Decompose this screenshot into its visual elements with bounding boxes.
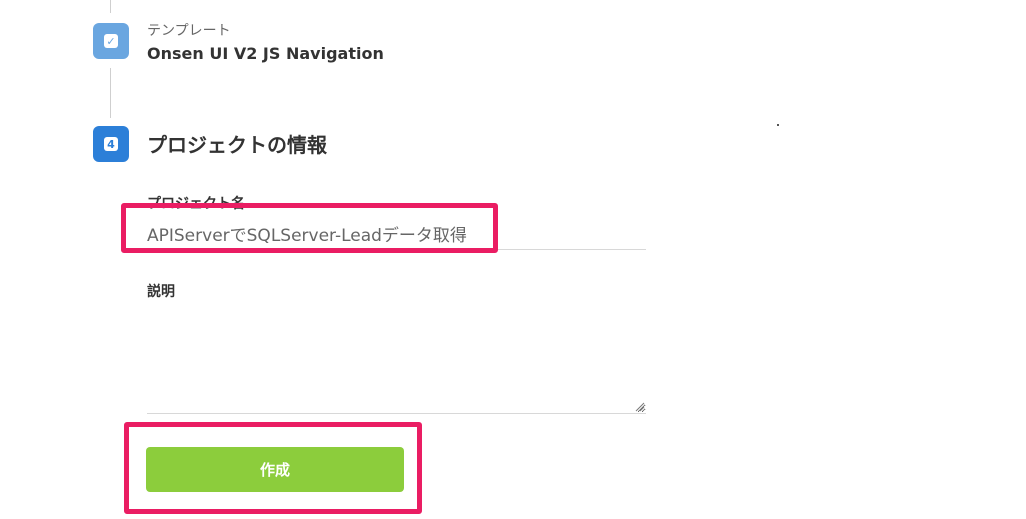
step-number: 4 bbox=[104, 137, 118, 151]
timeline-connector-middle bbox=[110, 68, 111, 118]
project-name-label: プロジェクト名 bbox=[147, 196, 245, 212]
step-number-badge: 4 bbox=[93, 126, 129, 162]
checkmark-icon: ✓ bbox=[104, 34, 118, 48]
resize-grip-icon[interactable] bbox=[633, 400, 645, 412]
template-caption: テンプレート bbox=[147, 23, 231, 39]
create-button[interactable]: 作成 bbox=[146, 447, 404, 492]
stray-dot bbox=[777, 124, 779, 126]
project-name-input[interactable] bbox=[147, 217, 646, 250]
timeline-connector-top bbox=[110, 0, 111, 13]
section-title: プロジェクトの情報 bbox=[147, 133, 327, 157]
description-label: 説明 bbox=[147, 284, 175, 300]
step-template-badge: ✓ bbox=[93, 23, 129, 59]
template-name: Onsen UI V2 JS Navigation bbox=[147, 44, 384, 63]
description-textarea[interactable] bbox=[147, 305, 646, 414]
